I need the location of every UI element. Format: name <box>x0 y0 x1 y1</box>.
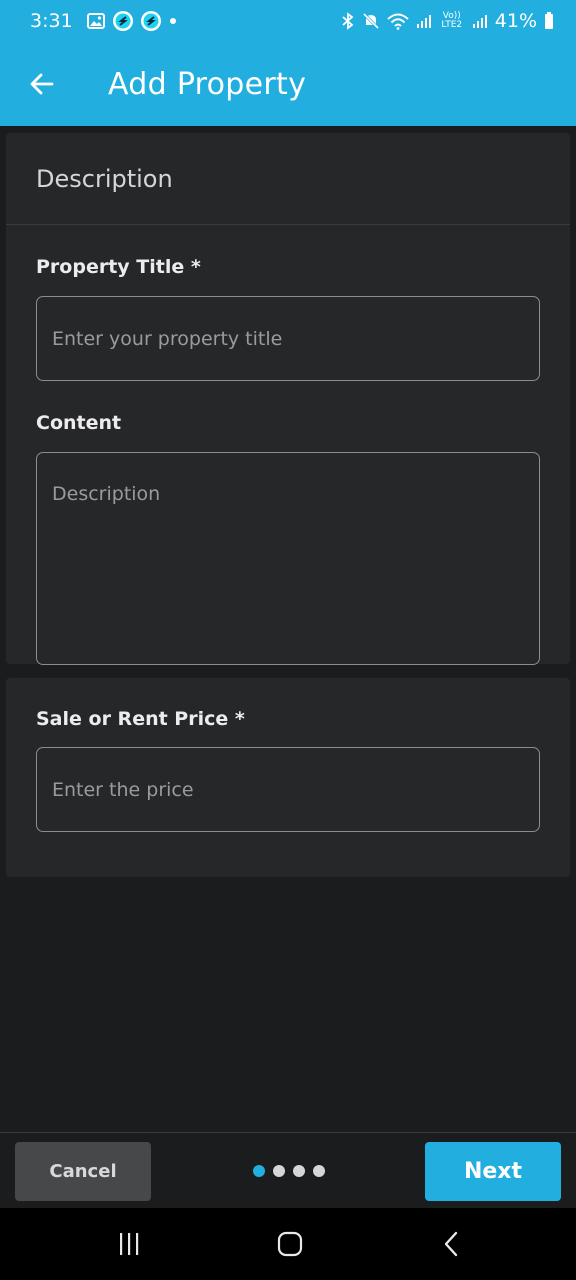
volte-icon: Vo)) LTE2 <box>441 11 463 30</box>
system-back-button[interactable] <box>422 1226 482 1262</box>
step-dot <box>293 1165 305 1177</box>
cancel-button[interactable]: Cancel <box>15 1142 151 1201</box>
recent-apps-icon <box>120 1233 139 1255</box>
home-icon <box>277 1231 303 1257</box>
wifi-icon <box>387 12 409 30</box>
wizard-bottom-bar: Cancel Next <box>0 1132 576 1208</box>
bluetooth-icon <box>341 12 355 30</box>
price-label: Sale or Rent Price * <box>36 708 245 730</box>
status-left: 3:31 <box>30 10 177 32</box>
price-card: Sale or Rent Price * Enter the price <box>6 678 570 877</box>
next-button[interactable]: Next <box>425 1142 561 1201</box>
back-icon <box>444 1231 458 1257</box>
property-title-label: Property Title * <box>36 256 201 278</box>
recent-apps-button[interactable] <box>99 1226 159 1262</box>
app-bar: Add Property <box>0 42 576 126</box>
content-textarea[interactable]: Description <box>36 452 540 665</box>
step-indicator <box>253 1165 325 1177</box>
back-button[interactable] <box>12 54 72 114</box>
status-time: 3:31 <box>30 10 73 32</box>
signal-icon <box>416 13 432 29</box>
arrow-left-icon <box>30 73 54 95</box>
signal-icon <box>472 13 488 29</box>
notification-dot-icon <box>169 17 177 25</box>
image-icon <box>86 12 105 30</box>
price-input[interactable]: Enter the price <box>36 747 540 832</box>
step-dot <box>273 1165 285 1177</box>
page-title: Add Property <box>108 66 307 102</box>
content-label: Content <box>36 412 122 434</box>
step-dot <box>313 1165 325 1177</box>
status-bar: 3:31 Vo)) LTE2 41% <box>0 0 576 42</box>
step-dot-active <box>253 1165 265 1177</box>
description-card: Description Property Title * Enter your … <box>6 133 570 665</box>
app-s-icon <box>140 11 161 31</box>
status-right: Vo)) LTE2 41% <box>341 10 554 32</box>
property-title-input[interactable]: Enter your property title <box>36 296 540 381</box>
battery-icon <box>544 12 554 30</box>
system-nav-bar <box>0 1208 576 1280</box>
description-card-header: Description <box>6 133 570 225</box>
mute-icon <box>362 12 380 30</box>
home-button[interactable] <box>260 1226 320 1262</box>
battery-percent: 41% <box>494 10 537 32</box>
app-s-icon <box>112 11 133 31</box>
